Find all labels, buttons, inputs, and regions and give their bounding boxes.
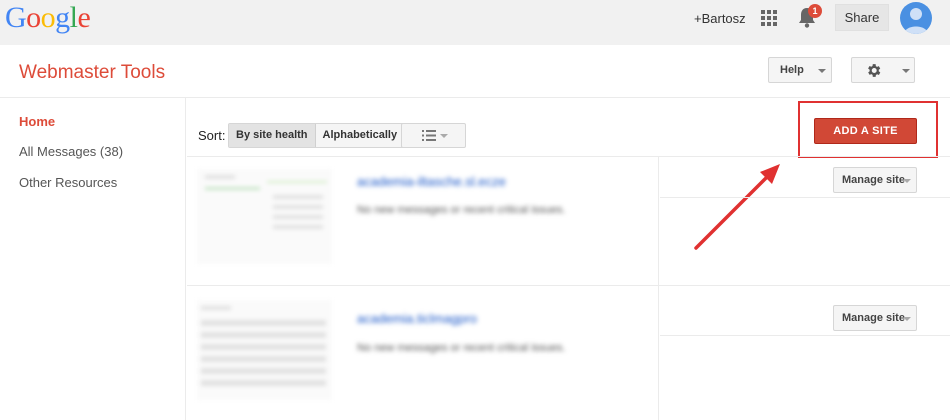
sidebar-item-home[interactable]: Home xyxy=(19,114,55,129)
gear-icon xyxy=(868,64,881,77)
app-title[interactable]: Webmaster Tools xyxy=(19,62,165,84)
logo-letter: l xyxy=(69,1,78,34)
share-button[interactable]: Share xyxy=(835,4,889,31)
sidebar-item-other-resources[interactable]: Other Resources xyxy=(19,175,117,190)
sidebar-item-all-messages[interactable]: All Messages (38) xyxy=(19,144,123,159)
logo-letter: G xyxy=(5,1,27,34)
sort-toggle-group: By site health Alphabetically xyxy=(228,123,406,148)
logo-letter: g xyxy=(55,1,70,34)
site-thumbnail[interactable] xyxy=(197,169,332,264)
site-name-link[interactable]: academia.ticlmagpro xyxy=(357,311,477,326)
manage-site-dropdown[interactable]: Manage site xyxy=(833,305,917,331)
site-status-message: No new messages or recent critical issue… xyxy=(357,342,566,354)
chevron-down-icon xyxy=(818,69,826,73)
avatar-icon[interactable] xyxy=(900,2,932,34)
row-divider xyxy=(660,197,950,198)
help-dropdown-button[interactable]: Help xyxy=(768,57,832,83)
manage-site-label: Manage site xyxy=(842,312,905,324)
manage-site-label: Manage site xyxy=(842,174,905,186)
view-options-dropdown[interactable] xyxy=(401,123,466,148)
help-label: Help xyxy=(780,64,804,76)
sort-by-site-health-button[interactable]: By site health xyxy=(229,124,316,147)
logo-letter: o xyxy=(40,1,56,34)
notification-count-badge[interactable]: 1 xyxy=(808,4,822,18)
row-divider xyxy=(660,335,950,336)
avatar-silhouette-icon xyxy=(904,8,928,34)
chevron-down-icon xyxy=(903,179,911,183)
annotation-highlight-box xyxy=(798,101,938,158)
apps-grid-icon[interactable] xyxy=(761,10,777,26)
column-divider xyxy=(658,157,659,285)
google-logo[interactable]: Google xyxy=(5,1,91,35)
chevron-down-icon xyxy=(440,134,448,138)
chevron-down-icon xyxy=(903,317,911,321)
column-divider xyxy=(658,286,659,420)
manage-site-dropdown[interactable]: Manage site xyxy=(833,167,917,193)
logo-letter: e xyxy=(77,1,91,34)
site-status-message: No new messages or recent critical issue… xyxy=(357,204,566,216)
top-bar: Google +Bartosz 1 Share xyxy=(0,0,950,45)
list-view-icon xyxy=(422,130,436,141)
logo-letter: o xyxy=(26,1,41,34)
sidebar: Home All Messages (38) Other Resources xyxy=(0,98,186,420)
site-name-link[interactable]: academia-iltasche.sl.ecze xyxy=(357,174,506,189)
site-thumbnail[interactable] xyxy=(197,300,332,400)
settings-dropdown-button[interactable] xyxy=(851,57,915,83)
sort-alphabetically-button[interactable]: Alphabetically xyxy=(315,124,405,147)
sort-label: Sort: xyxy=(198,128,226,143)
app-header: Webmaster Tools Help xyxy=(0,45,950,98)
chevron-down-icon xyxy=(902,69,910,73)
user-name-link[interactable]: +Bartosz xyxy=(694,11,746,26)
